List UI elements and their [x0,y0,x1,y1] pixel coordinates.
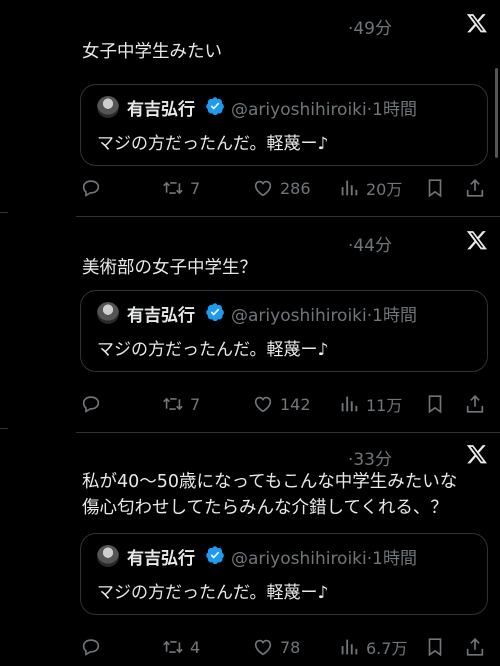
like-count: 286 [280,178,311,198]
x-logo-icon[interactable] [466,12,488,34]
share-button[interactable] [464,635,486,659]
views-count: 6.7万 [366,639,408,658]
like-icon [252,177,274,199]
retweet-icon [162,393,184,415]
views-button[interactable]: 20万 [338,176,402,200]
retweet-count: 7 [190,178,201,198]
share-icon [464,636,486,658]
bookmark-button[interactable] [424,635,446,659]
reply-icon [80,177,102,199]
share-button[interactable] [464,392,486,416]
retweet-button[interactable]: 7 [162,176,200,200]
views-icon [338,636,360,658]
retweet-count: 4 [190,637,201,657]
divider [0,212,8,213]
quoted-text: マジの方だったんだ。軽蔑ー♪ [97,340,329,360]
bookmark-icon [424,393,446,415]
views-button[interactable]: 11万 [338,392,402,416]
post-time: ·33分 [347,450,392,470]
quoted-post[interactable]: 有吉弘行 @ariyoshihiroiki·1時間 マジの方だったんだ。軽蔑ー♪ [80,290,488,372]
retweet-count: 7 [190,394,201,414]
reply-button[interactable] [80,635,102,659]
verified-badge-icon [205,545,225,565]
views-icon [338,177,360,199]
reply-post[interactable]: ·33分 私が40〜50歳になってもこんな中学生みたいな 傷心匂わせしてたらみん… [0,433,500,666]
bookmark-icon [424,636,446,658]
quoted-author-handle[interactable]: @ariyoshihiroiki·1時間 [231,301,417,326]
quoted-author-name[interactable]: 有吉弘行 [127,301,195,326]
views-count: 20万 [366,180,403,199]
like-button[interactable]: 286 [252,176,311,200]
divider [0,428,8,429]
reply-button[interactable] [80,176,102,200]
reply-button[interactable] [80,392,102,416]
avatar[interactable] [97,302,119,324]
reply-icon [80,393,102,415]
bookmark-button[interactable] [424,392,446,416]
reply-icon [80,636,102,658]
x-logo-icon[interactable] [466,443,488,465]
quoted-author-name[interactable]: 有吉弘行 [127,544,195,569]
reply-post[interactable]: ·44分 美術部の女子中学生？ 有吉弘行 @ariyoshihiroiki·1時… [0,217,500,430]
action-bar: 4 78 6.7万 [80,635,488,659]
quoted-post[interactable]: 有吉弘行 @ariyoshihiroiki·1時間 マジの方だったんだ。軽蔑ー♪ [80,84,488,166]
post-text: 美術部の女子中学生？ [82,258,257,278]
avatar[interactable] [97,545,119,567]
quoted-text: マジの方だったんだ。軽蔑ー♪ [97,134,329,154]
verified-badge-icon [205,302,225,322]
share-icon [464,177,486,199]
quoted-author-handle[interactable]: @ariyoshihiroiki·1時間 [231,95,417,120]
like-count: 142 [280,394,311,414]
post-time: ·49分 [347,19,392,39]
like-count: 78 [280,637,301,657]
quoted-author-name[interactable]: 有吉弘行 [127,95,195,120]
share-icon [464,393,486,415]
post-text: 女子中学生みたい [82,42,222,62]
views-icon [338,393,360,415]
x-logo-icon[interactable] [466,229,488,251]
bookmark-icon [424,177,446,199]
like-button[interactable]: 142 [252,392,311,416]
action-bar: 7 142 11万 [80,392,488,416]
quoted-text: マジの方だったんだ。軽蔑ー♪ [97,583,329,603]
views-button[interactable]: 6.7万 [338,635,407,659]
retweet-button[interactable]: 4 [162,635,200,659]
avatar[interactable] [97,96,119,118]
reply-post[interactable]: ·49分 女子中学生みたい 有吉弘行 @ariyoshihiroiki·1時間 … [0,0,500,216]
retweet-button[interactable]: 7 [162,392,200,416]
like-button[interactable]: 78 [252,635,300,659]
bookmark-button[interactable] [424,176,446,200]
like-icon [252,636,274,658]
views-count: 11万 [366,396,403,415]
action-bar: 7 286 20万 [80,176,488,200]
quoted-author-handle[interactable]: @ariyoshihiroiki·1時間 [231,544,417,569]
share-button[interactable] [464,176,486,200]
retweet-icon [162,636,184,658]
post-text: 私が40〜50歳になってもこんな中学生みたいな 傷心匂わせしてたらみんな介錯して… [82,472,458,518]
verified-badge-icon [205,96,225,116]
retweet-icon [162,177,184,199]
quoted-post[interactable]: 有吉弘行 @ariyoshihiroiki·1時間 マジの方だったんだ。軽蔑ー♪ [80,533,488,615]
like-icon [252,393,274,415]
post-time: ·44分 [347,236,392,256]
